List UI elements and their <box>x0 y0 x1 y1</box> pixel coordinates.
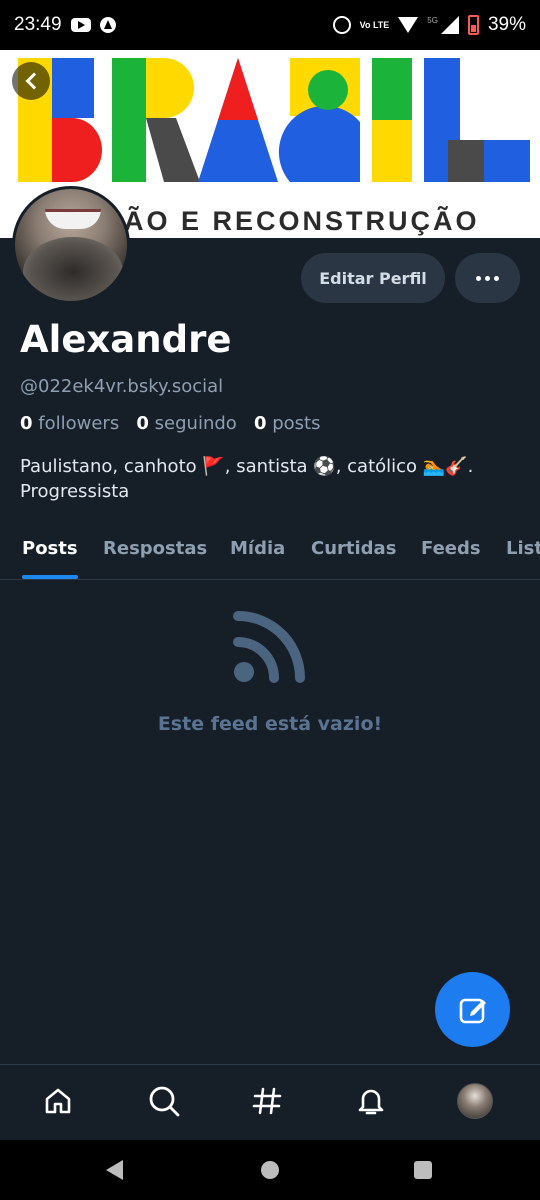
system-recents-icon[interactable] <box>414 1161 432 1179</box>
status-left: 23:49 <box>14 14 116 36</box>
wifi-icon <box>398 17 419 33</box>
search-icon <box>149 1086 180 1117</box>
tab-posts[interactable]: Posts <box>22 538 78 559</box>
edit-profile-button[interactable]: Editar Perfil <box>301 253 445 303</box>
back-button[interactable] <box>12 62 50 100</box>
profile-bio: Paulistano, canhoto 🚩, santista ⚽, catól… <box>20 454 520 504</box>
profile-handle: @022ek4vr.bsky.social <box>20 376 224 397</box>
profile-tabs: Posts Respostas Mídia Curtidas Feeds Lis… <box>0 530 540 580</box>
tab-feeds[interactable]: Feeds <box>421 538 481 559</box>
wordmark-shape <box>218 58 258 120</box>
brasil-wordmark-logo <box>18 58 530 182</box>
system-navigation <box>0 1140 540 1200</box>
compose-icon <box>459 998 486 1023</box>
followers-stat[interactable]: 0 followers <box>20 413 119 434</box>
status-time: 23:49 <box>14 14 62 35</box>
tab-curtidas[interactable]: Curtidas <box>311 538 396 559</box>
a-app-icon <box>99 17 116 33</box>
tab-listas[interactable]: Listas <box>506 538 540 559</box>
nav-profile[interactable] <box>455 1081 495 1121</box>
compose-post-button[interactable] <box>435 972 510 1047</box>
nav-feeds[interactable] <box>247 1081 287 1121</box>
youtube-icon <box>70 18 91 32</box>
alarm-icon <box>332 16 351 34</box>
chevron-left-icon <box>25 72 42 90</box>
network-type-label: 5G <box>427 16 438 25</box>
followers-count: 0 <box>20 413 33 434</box>
following-stat[interactable]: 0 seguindo <box>136 413 236 434</box>
signal-icon <box>440 16 459 34</box>
posts-label: posts <box>272 413 321 434</box>
more-icon-dot <box>485 275 490 281</box>
posts-count: 0 <box>253 413 267 434</box>
system-home-icon[interactable] <box>261 1161 279 1179</box>
hashtag-icon <box>252 1087 282 1115</box>
bio-line: Progressista <box>20 481 130 502</box>
home-icon <box>45 1088 71 1114</box>
posts-stat: 0 posts <box>254 413 321 434</box>
following-count: 0 <box>136 413 149 434</box>
system-back-icon[interactable] <box>106 1160 123 1180</box>
empty-feed-message: Este feed está vazio! <box>157 713 383 735</box>
banner-subtitle: ÃO E RECONSTRUÇÃO <box>124 206 480 236</box>
profile-stats: 0 followers 0 seguindo 0 posts <box>20 413 321 434</box>
wordmark-shape <box>146 118 200 182</box>
wordmark-shape <box>448 140 484 182</box>
followers-label: followers <box>38 413 120 434</box>
tab-respostas[interactable]: Respostas <box>103 538 207 559</box>
wordmark-shape <box>146 58 194 118</box>
wordmark-shape <box>278 105 360 182</box>
wordmark-shape <box>52 58 94 118</box>
battery-percent: 39% <box>487 14 526 35</box>
wordmark-shape <box>52 118 102 182</box>
more-icon-dot <box>494 275 499 281</box>
profile-avatar-small <box>457 1083 493 1119</box>
more-options-button[interactable] <box>455 253 520 303</box>
bottom-navigation <box>0 1064 540 1140</box>
tab-midia[interactable]: Mídia <box>230 538 285 559</box>
active-tab-indicator <box>22 575 78 579</box>
nav-search[interactable] <box>144 1081 184 1121</box>
wordmark-shape <box>484 140 530 182</box>
avatar-teeth <box>45 209 101 229</box>
rss-feed-icon <box>233 611 305 683</box>
wordmark-shape <box>112 58 146 182</box>
battery-icon <box>467 15 479 35</box>
profile-avatar[interactable] <box>12 186 130 304</box>
bio-line: Paulistano, canhoto 🚩, santista ⚽, catól… <box>20 456 474 477</box>
more-icon-dot <box>476 275 481 281</box>
display-name: Alexandre <box>20 318 232 361</box>
status-right: Vo LTE 5G 39% <box>332 14 526 36</box>
wordmark-shape <box>372 120 412 182</box>
avatar-beard <box>23 237 123 301</box>
nav-notifications[interactable] <box>351 1081 391 1121</box>
volte-icon: Vo LTE <box>359 19 390 30</box>
notifications-icon <box>358 1089 384 1115</box>
wordmark-shape <box>308 70 348 110</box>
following-label: seguindo <box>154 413 237 434</box>
status-bar: 23:49 Vo LTE 5G 39% <box>0 0 540 50</box>
nav-home[interactable] <box>38 1081 78 1121</box>
